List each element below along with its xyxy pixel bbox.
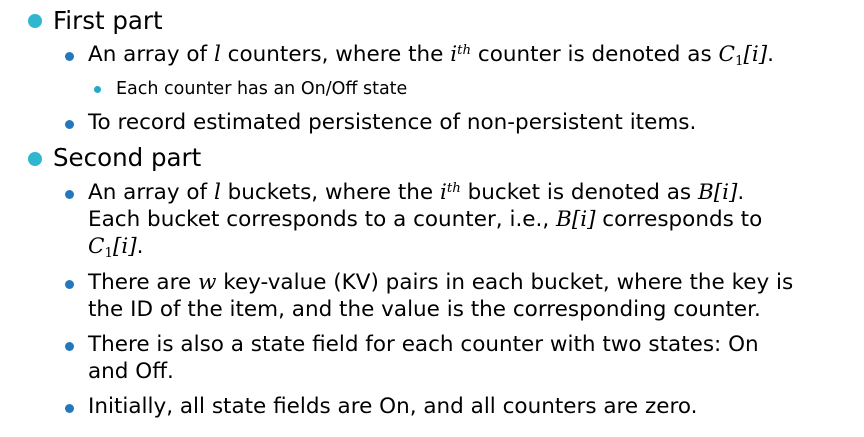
slide: First part An array of l counters, where… — [0, 0, 864, 437]
second-part-heading: Second part — [53, 143, 202, 172]
first-part-heading: First part — [53, 6, 163, 35]
bullet-dot-icon — [65, 190, 74, 199]
initial-state-item: Initially, all state fields are On, and … — [88, 394, 698, 419]
bullet-dot-icon — [65, 404, 74, 413]
buckets-array-item-line3: C1[i]. — [88, 234, 144, 261]
bullet-dot-icon — [94, 86, 101, 93]
record-persistence-item: To record estimated persistence of non-p… — [88, 110, 697, 135]
buckets-array-item-line2: Each bucket corresponds to a counter, i.… — [88, 207, 763, 232]
buckets-array-item-line1: An array of l buckets, where the ith buc… — [88, 180, 745, 205]
state-field-item-line1: There is also a state field for each cou… — [88, 332, 759, 357]
bullet-dot-icon — [65, 342, 74, 351]
state-field-item-line2: and Off. — [88, 359, 174, 384]
bullet-dot-icon — [65, 280, 74, 289]
on-off-state-subitem: Each counter has an On/Off state — [116, 79, 408, 99]
bullet-dot-icon — [65, 52, 74, 61]
counters-array-item: An array of l counters, where the ith co… — [88, 42, 774, 69]
bullet-dot-icon — [28, 152, 42, 166]
bullet-dot-icon — [65, 120, 74, 129]
bullet-dot-icon — [28, 14, 42, 28]
kv-pairs-item-line2: the ID of the item, and the value is the… — [88, 297, 761, 322]
kv-pairs-item-line1: There are w key-value (KV) pairs in each… — [88, 270, 794, 295]
